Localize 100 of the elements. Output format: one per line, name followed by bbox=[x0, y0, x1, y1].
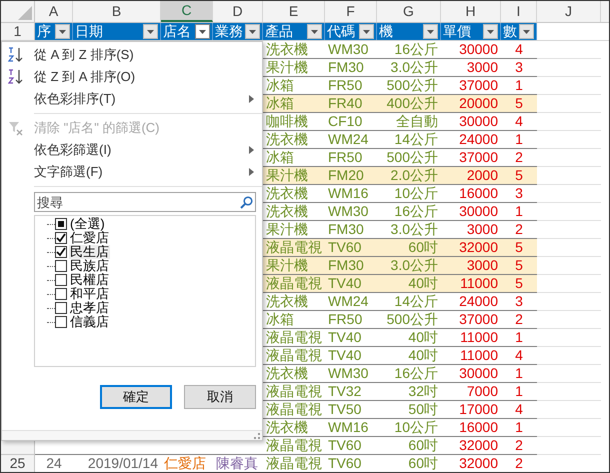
column-title: 店名 bbox=[163, 22, 191, 41]
clear-filter-icon bbox=[8, 120, 24, 136]
checkbox[interactable] bbox=[55, 246, 67, 258]
table-cell: 洗衣機 bbox=[263, 41, 325, 59]
table-cell: 16000 bbox=[441, 185, 501, 203]
resize-grip-icon[interactable] bbox=[254, 433, 260, 439]
table-cell: WM30 bbox=[325, 365, 377, 383]
column-title: 序 bbox=[37, 22, 51, 41]
menu-item[interactable]: 從 Z 到 A 排序(O) bbox=[2, 66, 262, 88]
filter-dropdown-button[interactable] bbox=[519, 24, 534, 39]
table-cell: 16公斤 bbox=[377, 203, 441, 221]
filter-value[interactable]: 民權店 bbox=[69, 273, 110, 287]
checkbox[interactable] bbox=[55, 232, 67, 244]
table-cell: TV50 bbox=[325, 401, 377, 419]
filter-value[interactable]: 忠孝店 bbox=[69, 301, 110, 315]
cancel-button[interactable]: 取消 bbox=[184, 385, 256, 409]
filter-dropdown-button[interactable] bbox=[483, 24, 498, 39]
table-cell: 60吋 bbox=[377, 239, 441, 257]
table-cell: 20000 bbox=[441, 95, 501, 113]
table-cell: 5 bbox=[501, 275, 537, 293]
filter-dropdown-button[interactable] bbox=[55, 24, 70, 39]
column-header[interactable]: E bbox=[263, 1, 325, 22]
filter-dropdown-button[interactable] bbox=[245, 24, 260, 39]
table-cell: 500公升 bbox=[377, 149, 441, 167]
table-cell: WM30 bbox=[325, 41, 377, 59]
filter-value[interactable]: (全選) bbox=[69, 217, 106, 231]
caret-icon bbox=[363, 30, 370, 34]
table-cell: TV60 bbox=[325, 239, 377, 257]
table-cell: 2 bbox=[501, 149, 537, 167]
column-header[interactable]: J bbox=[537, 1, 601, 22]
filter-dropdown-button[interactable] bbox=[307, 24, 322, 39]
table-cell: 果汁機 bbox=[263, 257, 325, 275]
table-cell: 3000 bbox=[441, 59, 501, 77]
menu-item[interactable]: 文字篩選(F) bbox=[2, 161, 262, 183]
checkbox[interactable] bbox=[55, 302, 67, 314]
filter-value[interactable]: 信義店 bbox=[69, 315, 110, 329]
caret-icon bbox=[147, 30, 154, 34]
table-cell: 17000 bbox=[441, 401, 501, 419]
table-cell: 11000 bbox=[441, 347, 501, 365]
table-cell: 洗衣機 bbox=[263, 365, 325, 383]
menu-item[interactable]: 依色彩排序(T) bbox=[2, 88, 262, 110]
row-header[interactable]: 25 bbox=[1, 455, 35, 472]
table-cell: 1 bbox=[501, 365, 537, 383]
column-header[interactable]: C bbox=[161, 1, 213, 22]
table-cell: 冰箱 bbox=[263, 77, 325, 95]
checkbox[interactable] bbox=[55, 274, 67, 286]
table-cell: 14公斤 bbox=[377, 293, 441, 311]
table-cell: 3.0公升 bbox=[377, 257, 441, 275]
table-cell: 14公斤 bbox=[377, 131, 441, 149]
filter-value[interactable]: 仁愛店 bbox=[69, 231, 110, 245]
table-cell: 500公升 bbox=[377, 77, 441, 95]
sort-ascending-icon bbox=[8, 47, 24, 63]
submenu-arrow-icon bbox=[249, 95, 254, 103]
column-header[interactable]: I bbox=[501, 1, 537, 22]
caret-icon bbox=[59, 30, 66, 34]
table-cell: 液晶電視 bbox=[263, 437, 325, 455]
filter-value[interactable]: 和平店 bbox=[69, 287, 110, 301]
table-cell: 洗衣機 bbox=[263, 185, 325, 203]
column-header[interactable]: F bbox=[325, 1, 377, 22]
table-cell: 果汁機 bbox=[263, 221, 325, 239]
column-header[interactable]: A bbox=[35, 1, 73, 22]
column-header[interactable]: G bbox=[377, 1, 441, 22]
search-field[interactable]: 搜尋 bbox=[34, 192, 256, 212]
filter-dropdown-button[interactable] bbox=[195, 24, 210, 39]
table-cell: 500公升 bbox=[377, 311, 441, 329]
table-cell: 40吋 bbox=[377, 347, 441, 365]
column-title: 機 bbox=[379, 22, 393, 41]
table-cell: 3.0公升 bbox=[377, 59, 441, 77]
table-cell: FR40 bbox=[325, 95, 377, 113]
filter-dropdown-button[interactable] bbox=[423, 24, 438, 39]
table-cell: FR50 bbox=[325, 77, 377, 95]
checkbox[interactable] bbox=[55, 316, 67, 328]
filter-value[interactable]: 民族店 bbox=[69, 259, 110, 273]
checkbox[interactable] bbox=[55, 260, 67, 272]
menu-item[interactable]: 依色彩篩選(I) bbox=[2, 139, 262, 161]
table-cell: 40吋 bbox=[377, 329, 441, 347]
column-header[interactable]: H bbox=[441, 1, 501, 22]
filter-dropdown-button[interactable] bbox=[359, 24, 374, 39]
filter-dropdown-button[interactable] bbox=[143, 24, 158, 39]
table-cell: 液晶電視 bbox=[263, 347, 325, 365]
table-cell: 37000 bbox=[441, 149, 501, 167]
table-cell: 咖啡機 bbox=[263, 113, 325, 131]
filter-value[interactable]: 民生店 bbox=[69, 245, 110, 259]
checkbox[interactable] bbox=[55, 288, 67, 300]
table-cell: 11000 bbox=[441, 329, 501, 347]
table-cell: 2 bbox=[501, 221, 537, 239]
table-cell: 32000 bbox=[441, 437, 501, 455]
table-cell: FM30 bbox=[325, 221, 377, 239]
table-cell: WM24 bbox=[325, 131, 377, 149]
column-header[interactable]: D bbox=[213, 1, 263, 22]
table-cell: 2 bbox=[501, 311, 537, 329]
menu-item[interactable]: 從 A 到 Z 排序(S) bbox=[2, 44, 262, 66]
checkbox[interactable] bbox=[55, 218, 67, 230]
table-cell: 4 bbox=[501, 41, 537, 59]
ok-button[interactable]: 確定 bbox=[100, 385, 172, 409]
search-icon bbox=[240, 196, 253, 209]
sort-descending-icon bbox=[8, 69, 24, 85]
caret-icon bbox=[427, 30, 434, 34]
column-title: 業務 bbox=[215, 22, 243, 41]
table-cell: 3 bbox=[501, 293, 537, 311]
